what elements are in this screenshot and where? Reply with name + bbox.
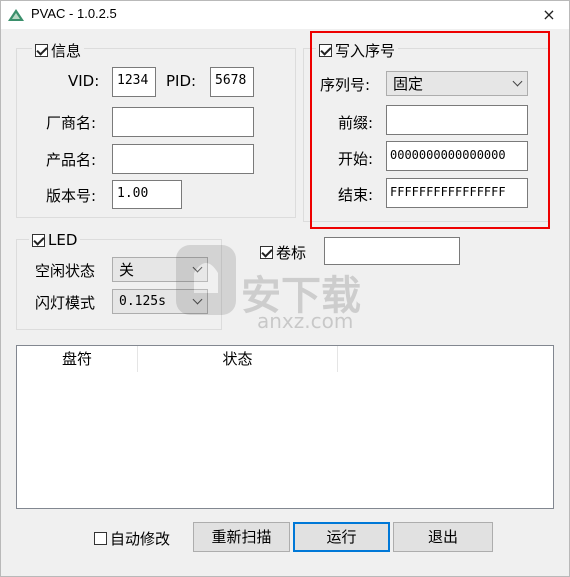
info-group-legend[interactable]: 信息	[32, 40, 85, 61]
version-field[interactable]: 1.00	[112, 180, 182, 209]
idle-state-value: 关	[119, 261, 135, 279]
blink-mode-value: 0.125s	[119, 294, 166, 309]
led-group-label: LED	[48, 231, 78, 249]
info-checkbox[interactable]	[35, 44, 48, 57]
end-field[interactable]: FFFFFFFFFFFFFFFF	[386, 178, 528, 208]
drive-list[interactable]: 盘符 状态	[16, 345, 554, 509]
watermark-subtext: anxz.com	[257, 309, 354, 333]
idle-state-label: 空闲状态	[35, 262, 96, 280]
blink-mode-select[interactable]: 0.125s	[112, 289, 208, 314]
rescan-button[interactable]: 重新扫描	[193, 522, 290, 552]
product-field[interactable]	[112, 144, 254, 174]
auto-modify-checkbox[interactable]	[94, 532, 107, 545]
serial-group-label: 写入序号	[335, 42, 396, 60]
app-window: PVAC - 1.0.2.5 × 信息 VID: 1234 PID: 5678 …	[0, 0, 570, 577]
column-header-drive[interactable]: 盘符	[17, 346, 138, 372]
end-label: 结束:	[338, 186, 374, 204]
volume-label-toggle[interactable]: 卷标	[257, 242, 310, 263]
version-label: 版本号:	[46, 187, 97, 205]
serial-mode-value: 固定	[393, 75, 424, 93]
blink-mode-label: 闪灯模式	[35, 294, 96, 312]
serial-checkbox[interactable]	[319, 44, 332, 57]
info-group-label: 信息	[51, 42, 82, 60]
volume-label-text: 卷标	[276, 244, 307, 262]
led-checkbox[interactable]	[32, 233, 45, 247]
drive-list-header: 盘符 状态	[17, 346, 553, 372]
chevron-down-icon	[192, 262, 203, 273]
run-button[interactable]: 运行	[293, 522, 390, 552]
serial-mode-label: 序列号:	[320, 76, 371, 94]
exit-button[interactable]: 退出	[393, 522, 493, 552]
chevron-down-icon	[512, 76, 523, 87]
title-bar[interactable]: PVAC - 1.0.2.5 ×	[1, 1, 569, 29]
pid-label: PID:	[166, 72, 197, 90]
start-label: 开始:	[338, 150, 374, 168]
vid-label: VID:	[68, 72, 100, 90]
prefix-label: 前缀:	[338, 114, 374, 132]
volume-label-field[interactable]	[324, 237, 460, 265]
serial-group-legend[interactable]: 写入序号	[316, 40, 399, 61]
led-group	[16, 239, 222, 330]
app-icon	[8, 9, 24, 21]
idle-state-select[interactable]: 关	[112, 257, 208, 282]
window-title: PVAC - 1.0.2.5	[31, 6, 117, 21]
volume-label-checkbox[interactable]	[260, 246, 273, 259]
vendor-label: 厂商名:	[46, 114, 97, 132]
column-header-status[interactable]: 状态	[138, 346, 338, 372]
close-icon[interactable]: ×	[529, 1, 569, 29]
pid-field[interactable]: 5678	[210, 67, 254, 97]
prefix-field[interactable]	[386, 105, 528, 135]
vendor-field[interactable]	[112, 107, 254, 137]
start-field[interactable]: 0000000000000000	[386, 141, 528, 171]
product-label: 产品名:	[46, 151, 97, 169]
chevron-down-icon	[192, 294, 203, 305]
serial-mode-select[interactable]: 固定	[386, 71, 528, 96]
auto-modify-toggle[interactable]: 自动修改	[91, 528, 173, 549]
led-group-legend[interactable]: LED	[29, 231, 81, 249]
vid-field[interactable]: 1234	[112, 67, 156, 97]
auto-modify-label: 自动修改	[110, 530, 171, 548]
